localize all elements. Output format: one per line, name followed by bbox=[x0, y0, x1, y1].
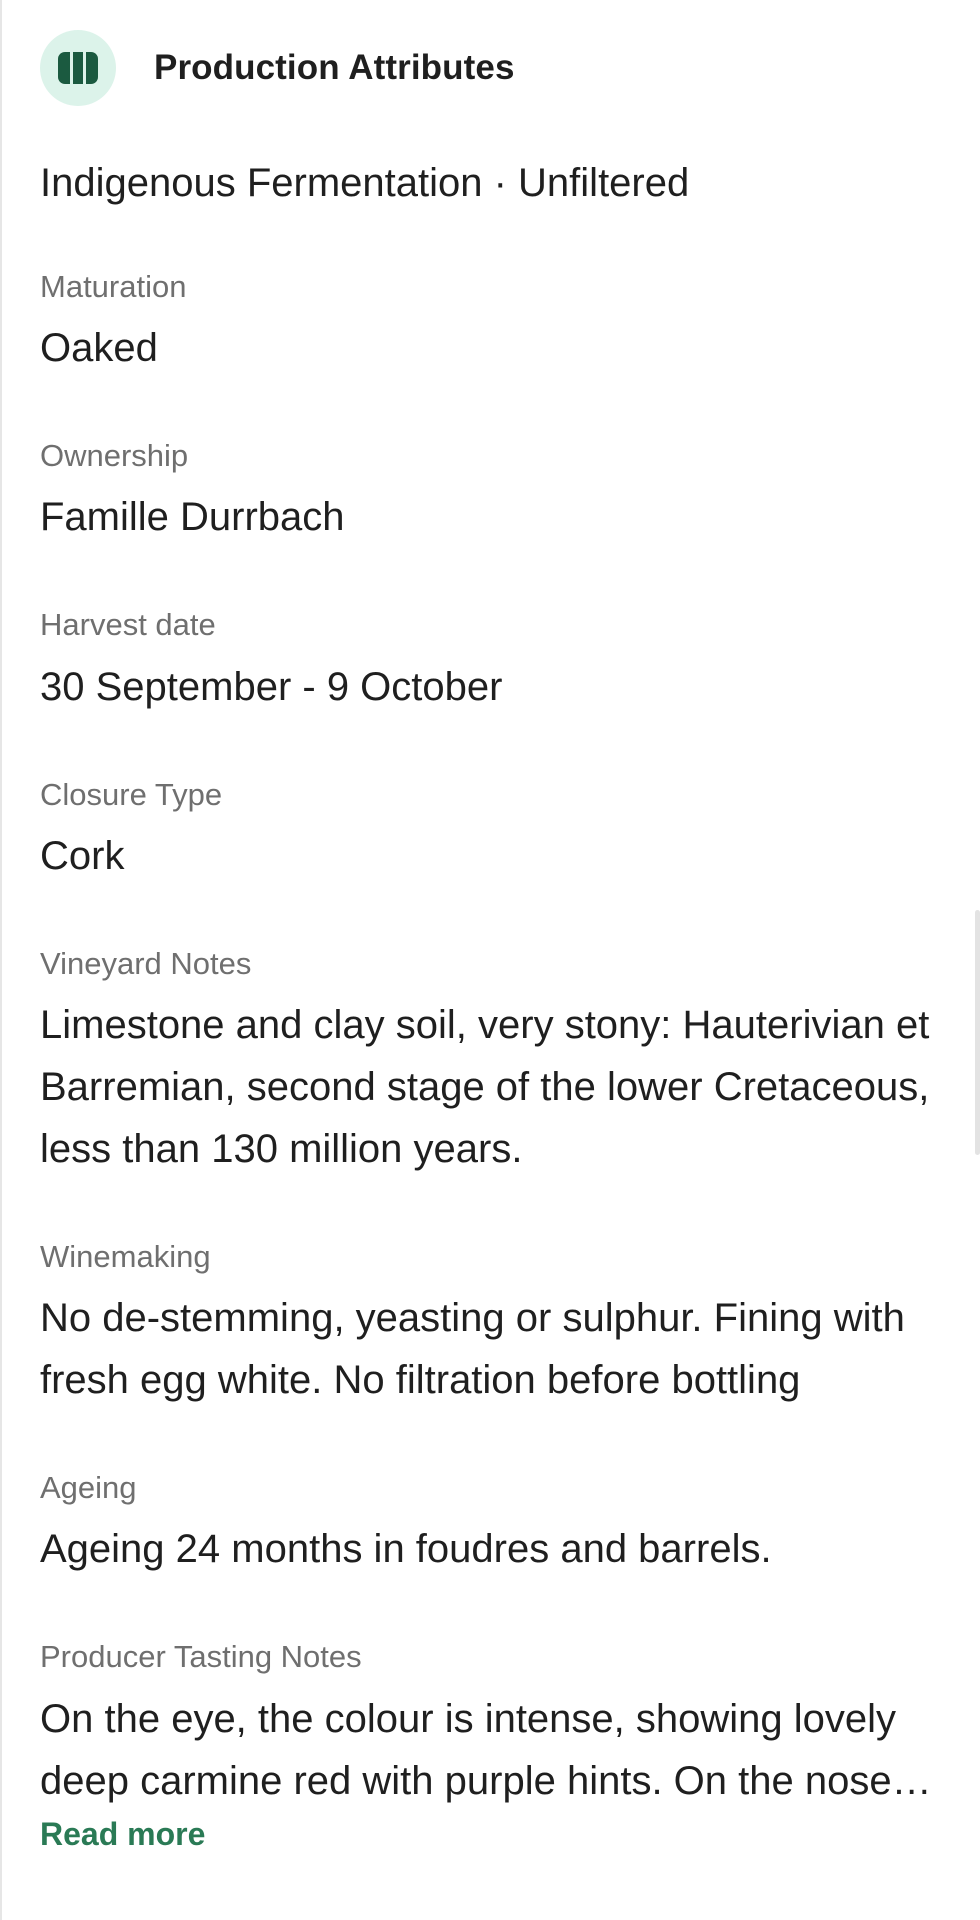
production-attributes-section: Production Attributes Indigenous Ferment… bbox=[40, 30, 950, 1853]
read-more-link[interactable]: Read more bbox=[40, 1816, 205, 1853]
attribute-value: No de-stemming, yeasting or sulphur. Fin… bbox=[40, 1296, 905, 1403]
attribute-label: Winemaking bbox=[40, 1238, 211, 1274]
attribute-maturation: Maturation Oaked bbox=[40, 268, 950, 379]
attribute-label: Harvest date bbox=[40, 607, 216, 643]
scrollbar[interactable] bbox=[975, 910, 980, 1155]
attribute-value: Ageing 24 months in foudres and barrels. bbox=[40, 1527, 772, 1572]
attribute-label: Ownership bbox=[40, 438, 189, 474]
attribute-harvest-date: Harvest date 30 September - 9 October bbox=[40, 606, 950, 717]
attribute-closure-type: Closure Type Cork bbox=[40, 776, 950, 887]
attribute-value: 30 September - 9 October bbox=[40, 664, 503, 709]
attribute-value: Cork bbox=[40, 833, 125, 878]
vineyard-rows-icon bbox=[40, 30, 116, 106]
attribute-vineyard-notes: Vineyard Notes Limestone and clay soil, … bbox=[40, 945, 950, 1180]
production-summary: Indigenous Fermentation · Unfiltered bbox=[40, 161, 690, 205]
attribute-label: Closure Type bbox=[40, 776, 223, 812]
left-border bbox=[0, 0, 2, 1920]
attribute-label: Maturation bbox=[40, 269, 187, 304]
attribute-label: Producer Tasting Notes bbox=[40, 1639, 362, 1675]
attribute-ownership: Ownership Famille Durrbach bbox=[40, 437, 950, 548]
attribute-value: On the eye, the colour is intense, showi… bbox=[40, 1696, 932, 1803]
attribute-value: Oaked bbox=[40, 326, 158, 371]
attribute-producer-tasting-notes: Producer Tasting Notes On the eye, the c… bbox=[40, 1638, 950, 1852]
section-header: Production Attributes bbox=[40, 30, 950, 106]
attribute-winemaking: Winemaking No de-stemming, yeasting or s… bbox=[40, 1238, 950, 1411]
attribute-ageing: Ageing Ageing 24 months in foudres and b… bbox=[40, 1469, 950, 1580]
attribute-value: Limestone and clay soil, very stony: Hau… bbox=[40, 1002, 930, 1171]
section-title: Production Attributes bbox=[154, 48, 515, 87]
attribute-label: Vineyard Notes bbox=[40, 945, 252, 981]
attribute-label: Ageing bbox=[40, 1470, 137, 1506]
attribute-value: Famille Durrbach bbox=[40, 495, 345, 540]
